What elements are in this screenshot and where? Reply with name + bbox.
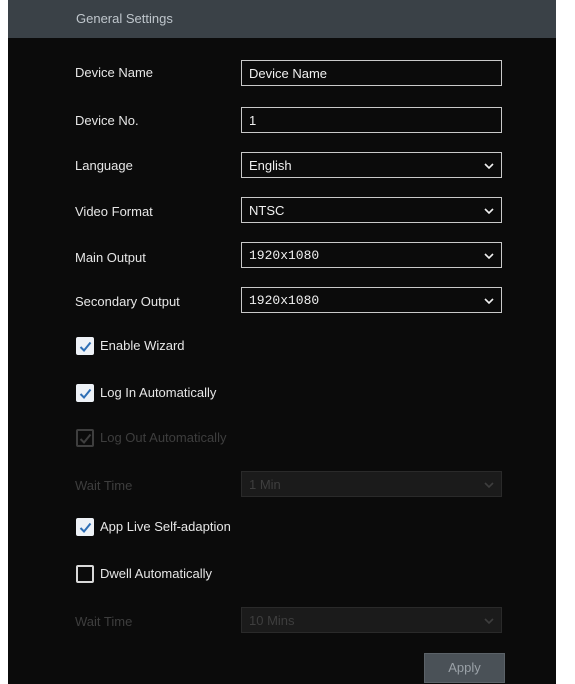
- wait-time-logout-label: Wait Time: [75, 478, 133, 493]
- dwell-auto-checkbox[interactable]: [76, 565, 94, 583]
- general-settings-panel: General Settings Device Name Device Name…: [8, 0, 556, 684]
- secondary-output-value: 1920x1080: [249, 293, 320, 308]
- secondary-output-select[interactable]: 1920x1080: [241, 287, 502, 313]
- panel-header: General Settings: [8, 0, 556, 38]
- device-name-label: Device Name: [75, 65, 154, 80]
- wait-time-logout-value: 1 Min: [249, 477, 281, 492]
- device-name-input[interactable]: Device Name: [241, 60, 502, 86]
- checkmark-icon: [79, 388, 92, 399]
- main-output-select[interactable]: 1920x1080: [241, 242, 502, 268]
- main-output-label: Main Output: [75, 250, 146, 265]
- checkmark-icon: [79, 341, 92, 352]
- video-format-select[interactable]: NTSC: [241, 197, 502, 223]
- panel-title: General Settings: [76, 11, 173, 26]
- checkmark-icon: [79, 522, 92, 533]
- enable-wizard-label: Enable Wizard: [100, 338, 185, 353]
- wait-time-logout-select: 1 Min: [241, 471, 502, 497]
- chevron-down-icon: [484, 298, 494, 305]
- chevron-down-icon: [484, 208, 494, 215]
- wait-time-dwell-value: 10 Mins: [249, 613, 295, 628]
- device-no-input[interactable]: 1: [241, 107, 502, 133]
- log-in-auto-label: Log In Automatically: [100, 385, 217, 400]
- dwell-auto-label: Dwell Automatically: [100, 566, 212, 581]
- app-live-label: App Live Self-adaption: [100, 519, 231, 534]
- chevron-down-icon: [484, 618, 494, 625]
- language-label: Language: [75, 158, 133, 173]
- checkmark-icon: [79, 433, 92, 444]
- device-no-value: 1: [249, 113, 257, 128]
- device-no-label: Device No.: [75, 113, 139, 128]
- log-in-auto-checkbox[interactable]: [76, 384, 94, 402]
- language-select[interactable]: English: [241, 152, 502, 178]
- chevron-down-icon: [484, 163, 494, 170]
- video-format-value: NTSC: [249, 203, 285, 218]
- device-name-value: Device Name: [249, 66, 328, 81]
- enable-wizard-checkbox[interactable]: [76, 337, 94, 355]
- app-live-checkbox[interactable]: [76, 518, 94, 536]
- secondary-output-label: Secondary Output: [75, 294, 180, 309]
- chevron-down-icon: [484, 482, 494, 489]
- chevron-down-icon: [484, 253, 494, 260]
- video-format-label: Video Format: [75, 204, 153, 219]
- log-out-auto-label: Log Out Automatically: [100, 430, 227, 445]
- apply-button[interactable]: Apply: [424, 653, 505, 683]
- wait-time-dwell-label: Wait Time: [75, 614, 133, 629]
- main-output-value: 1920x1080: [249, 248, 320, 263]
- log-out-auto-checkbox: [76, 429, 94, 447]
- wait-time-dwell-select: 10 Mins: [241, 607, 502, 633]
- language-value: English: [249, 158, 292, 173]
